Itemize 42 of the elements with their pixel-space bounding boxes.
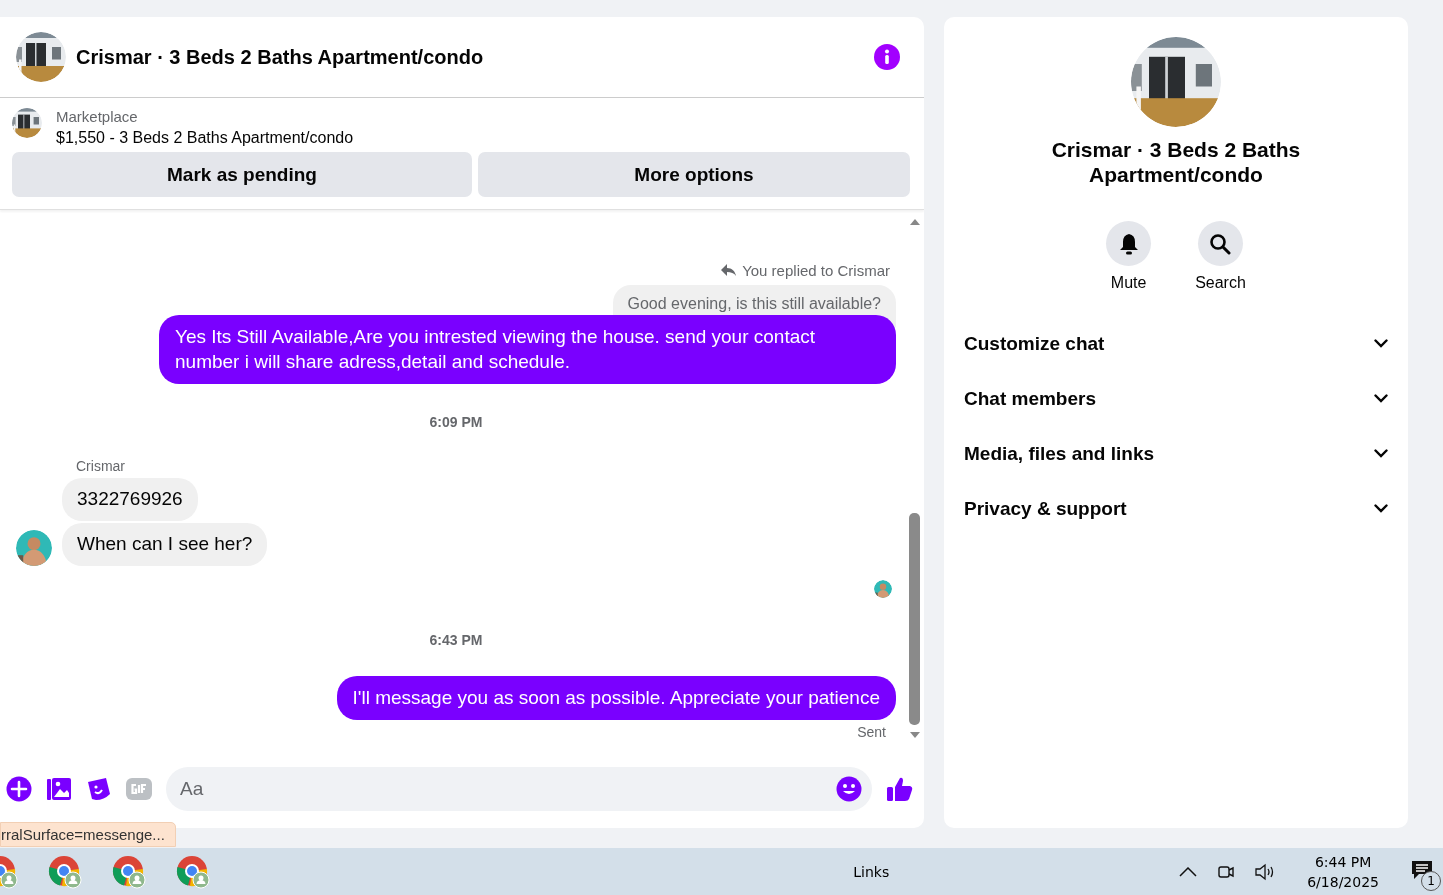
sender-name: Crismar: [76, 458, 126, 474]
section-header[interactable]: Customize chat: [944, 316, 1408, 371]
reply-note: You replied to Crismar: [742, 262, 890, 279]
timestamp: 6:09 PM: [429, 414, 483, 430]
message-field[interactable]: Aa: [166, 767, 872, 811]
photo-icon[interactable]: [46, 776, 72, 802]
listing-summary: $1,550 - 3 Beds 2 Baths Apartment/condo: [56, 129, 354, 147]
listing-source: Marketplace: [56, 108, 139, 125]
info-icon[interactable]: [874, 44, 900, 70]
browser-icon[interactable]: [48, 854, 82, 889]
conversation-name: Crismar · 3 Beds 2 Baths Apartment/condo: [1050, 137, 1302, 187]
search-icon: [1209, 232, 1232, 255]
chevron-icon: [1374, 394, 1388, 403]
browser-icon[interactable]: [112, 854, 146, 889]
clock-time[interactable]: 6:44 PM: [1314, 853, 1372, 870]
toolbar-label[interactable]: Links: [853, 863, 890, 880]
received-message: 3322769926: [62, 478, 198, 521]
sticker-icon[interactable]: [86, 776, 112, 802]
chevron-up-icon[interactable]: [1179, 866, 1198, 877]
plus-icon[interactable]: [6, 776, 32, 802]
action-button[interactable]: Mark as pending: [12, 152, 472, 197]
thumbs-up-icon[interactable]: [886, 775, 914, 803]
action-button[interactable]: More options: [478, 152, 910, 197]
chevron-icon: [1374, 504, 1388, 513]
browser-icon[interactable]: [176, 854, 210, 889]
received-message: When can I see her?: [62, 523, 268, 566]
section-header[interactable]: Privacy & support: [944, 481, 1408, 536]
link-preview: rralSurface=messenge...: [0, 822, 176, 847]
section-header[interactable]: Chat members: [944, 371, 1408, 426]
emoji-icon[interactable]: [836, 776, 862, 802]
notification-count: 1: [1421, 871, 1441, 891]
chat-title: Crismar · 3 Beds 2 Baths Apartment/condo: [76, 45, 485, 69]
timestamp: 6:43 PM: [429, 632, 483, 648]
chevron-icon: [1374, 339, 1388, 348]
sent-message: I'll message you as soon as possible. Appreciate your patience: [336, 676, 896, 720]
sent-message: Yes Its Still Available,Are you intrested viewing the house. send your contact number i will share adress,detail and schedule.: [159, 315, 896, 384]
reply-icon: [721, 264, 737, 277]
clock-date[interactable]: 6/18/2025: [1307, 873, 1379, 890]
bell-icon: [1118, 232, 1139, 255]
section-header[interactable]: Media, files and links: [944, 426, 1408, 481]
delivery-status: Sent: [857, 724, 886, 740]
chevron-icon: [1374, 449, 1388, 458]
